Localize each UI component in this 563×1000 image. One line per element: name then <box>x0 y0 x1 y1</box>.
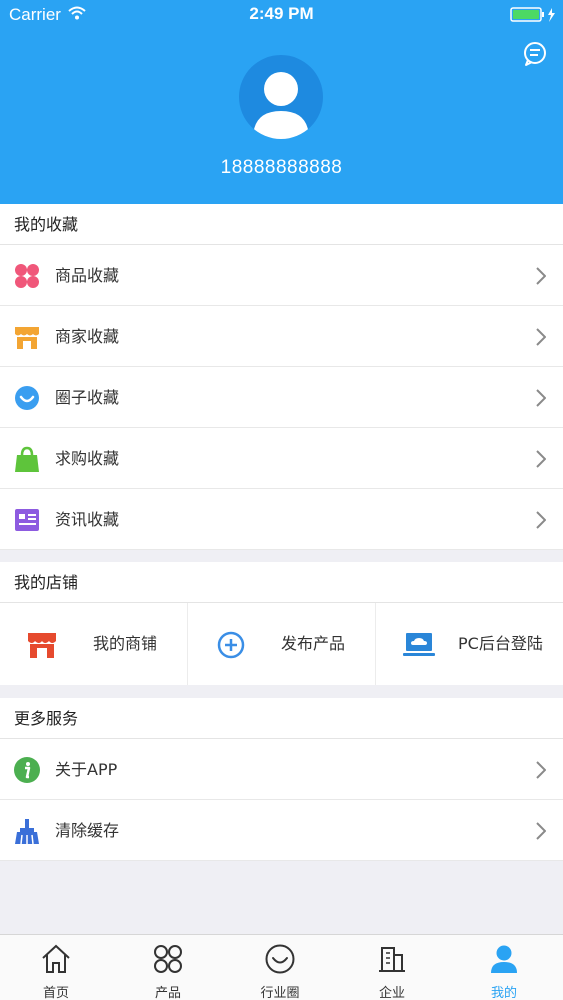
shop-section-title: 我的店铺 <box>0 562 563 603</box>
profile-header: Carrier 2:49 PM 18888888888 <box>0 0 563 204</box>
laptop-cloud-icon <box>402 630 435 660</box>
avatar[interactable] <box>239 55 323 139</box>
status-bar: Carrier 2:49 PM <box>0 0 563 30</box>
person-icon <box>488 943 520 975</box>
pc-login-button[interactable]: PC后台登陆 <box>376 603 563 685</box>
phone-number: 18888888888 <box>220 157 343 178</box>
broom-icon <box>13 817 41 845</box>
shop-icon <box>26 630 58 660</box>
favorites-section-title: 我的收藏 <box>0 204 563 245</box>
shopping-bag-icon <box>13 445 41 473</box>
list-item-about-app[interactable]: 关于APP <box>0 739 563 800</box>
list-item-label: 商品收藏 <box>55 266 120 285</box>
shop-item-label: PC后台登陆 <box>458 634 543 653</box>
news-icon <box>13 506 41 534</box>
list-item-label: 关于APP <box>55 760 118 779</box>
publish-product-button[interactable]: 发布产品 <box>188 603 375 685</box>
plus-circle-icon <box>216 630 248 660</box>
grid-icon <box>152 943 184 975</box>
more-services-section-title: 更多服务 <box>0 698 563 739</box>
chevron-right-icon <box>536 389 547 411</box>
status-time: 2:49 PM <box>249 4 314 23</box>
home-icon <box>40 943 72 975</box>
list-item-label: 商家收藏 <box>55 327 120 346</box>
tab-label: 我的 <box>490 986 517 1000</box>
list-item-label: 清除缓存 <box>55 821 120 840</box>
list-item-label: 资讯收藏 <box>55 510 120 529</box>
tab-enterprise[interactable]: 企业 <box>336 935 448 1000</box>
list-item-merchant-favorites[interactable]: 商家收藏 <box>0 306 563 367</box>
tab-industry-circle[interactable]: 行业圈 <box>224 935 336 1000</box>
tab-label: 产品 <box>154 986 181 1000</box>
smile-icon <box>264 943 296 975</box>
list-item-label: 圈子收藏 <box>55 388 120 407</box>
list-item-product-favorites[interactable]: 商品收藏 <box>0 245 563 306</box>
smile-circle-icon <box>13 384 41 412</box>
tab-mine[interactable]: 我的 <box>448 935 560 1000</box>
chevron-right-icon <box>536 511 547 533</box>
chevron-right-icon <box>536 450 547 472</box>
list-item-clear-cache[interactable]: 清除缓存 <box>0 800 563 861</box>
chevron-right-icon <box>536 328 547 350</box>
bottom-tab-bar: 首页 产品 行业圈 企业 我的 <box>0 934 563 1000</box>
shop-grid: 我的商铺 发布产品 PC后台登陆 <box>0 603 563 685</box>
tab-products[interactable]: 产品 <box>112 935 224 1000</box>
my-shop-button[interactable]: 我的商铺 <box>0 603 187 685</box>
battery-icon <box>510 7 558 28</box>
list-item-label: 求购收藏 <box>55 449 120 468</box>
tab-label: 行业圈 <box>260 986 300 1000</box>
shop-item-label: 发布产品 <box>281 634 346 653</box>
storefront-icon <box>13 323 41 351</box>
message-icon[interactable] <box>521 40 549 72</box>
list-item-news-favorites[interactable]: 资讯收藏 <box>0 489 563 550</box>
list-item-purchase-favorites[interactable]: 求购收藏 <box>0 428 563 489</box>
list-item-circle-favorites[interactable]: 圈子收藏 <box>0 367 563 428</box>
building-icon <box>376 943 408 975</box>
tab-label: 企业 <box>378 986 405 1000</box>
chevron-right-icon <box>536 822 547 844</box>
shop-item-label: 我的商铺 <box>93 634 158 653</box>
chevron-right-icon <box>536 761 547 783</box>
clover-icon <box>13 262 41 290</box>
info-icon <box>13 756 41 784</box>
tab-label: 首页 <box>42 986 69 1000</box>
tab-home[interactable]: 首页 <box>0 935 112 1000</box>
chevron-right-icon <box>536 267 547 289</box>
